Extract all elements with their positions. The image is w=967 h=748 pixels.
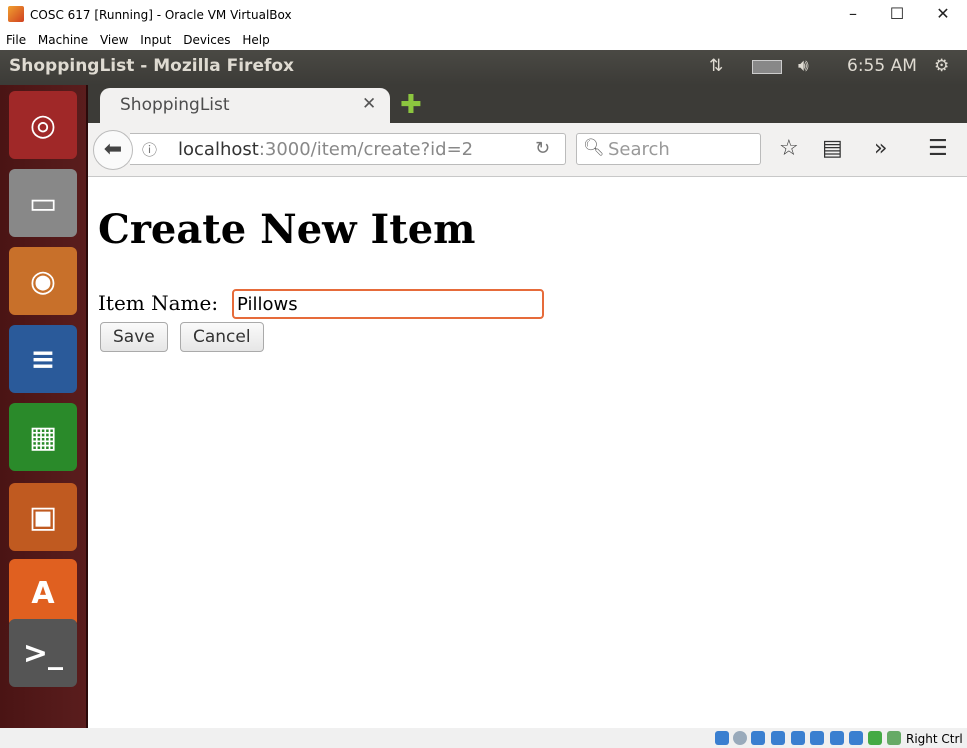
menu-machine[interactable]: Machine xyxy=(38,33,88,47)
ubuntu-top-panel: ShoppingList - Mozilla Firefox ⇅ 🔊︎ 6:55… xyxy=(0,50,967,85)
overflow-chevron-icon[interactable]: » xyxy=(874,136,887,161)
shared-folders-icon[interactable] xyxy=(791,731,805,745)
search-placeholder: Search xyxy=(608,139,670,160)
terminal-icon[interactable]: >_ xyxy=(9,619,77,687)
network-icon[interactable]: ⇅ xyxy=(709,56,723,76)
new-tab-plus-icon[interactable]: ✚ xyxy=(400,90,422,120)
volume-icon[interactable]: 🔊︎ xyxy=(798,56,809,76)
page-title: Create New Item xyxy=(98,206,476,253)
window-title: COSC 617 [Running] - Oracle VM VirtualBo… xyxy=(30,8,292,22)
ubuntu-launcher: ◎ ▭ ◉ ≡ ▦ ▣ A >_ xyxy=(0,85,88,728)
keyboard-capture-icon[interactable] xyxy=(887,731,901,745)
libreoffice-impress-icon[interactable]: ▣ xyxy=(9,483,77,551)
back-button[interactable]: ⬅ xyxy=(93,130,133,170)
bookmark-star-icon[interactable]: ☆ xyxy=(779,136,799,161)
libreoffice-calc-icon[interactable]: ▦ xyxy=(9,403,77,471)
clock[interactable]: 6:55 AM xyxy=(847,56,917,76)
cancel-button[interactable]: Cancel xyxy=(180,322,264,352)
save-button[interactable]: Save xyxy=(100,322,168,352)
usb-icon[interactable] xyxy=(771,731,785,745)
page-content: Create New Item Item Name: Save Cancel xyxy=(88,178,967,728)
active-window-title: ShoppingList - Mozilla Firefox xyxy=(9,56,295,76)
vm-title-bar: COSC 617 [Running] - Oracle VM VirtualBo… xyxy=(0,0,967,30)
reload-icon[interactable]: ↻ xyxy=(535,138,550,159)
ubuntu-dash-icon[interactable]: ◎ xyxy=(9,91,77,159)
tab-title: ShoppingList xyxy=(120,95,230,115)
cpu-icon[interactable] xyxy=(849,731,863,745)
files-icon[interactable]: ▭ xyxy=(9,169,77,237)
close-button[interactable]: ✕ xyxy=(920,4,966,23)
power-gear-icon[interactable]: ⚙ xyxy=(934,56,949,76)
maximize-button[interactable]: ☐ xyxy=(874,4,920,23)
display-icon[interactable] xyxy=(810,731,824,745)
software-center-icon[interactable]: A xyxy=(9,559,77,627)
hamburger-menu-icon[interactable]: ☰ xyxy=(928,136,948,161)
item-name-input[interactable] xyxy=(232,289,544,319)
item-name-label: Item Name: xyxy=(98,291,219,315)
capture-icon[interactable] xyxy=(868,731,882,745)
url-text[interactable]: localhost:3000/item/create?id=2 xyxy=(178,139,473,160)
optical-drive-icon[interactable] xyxy=(733,731,747,745)
url-bar[interactable]: ⓘ localhost:3000/item/create?id=2 ↻ xyxy=(130,133,566,165)
menu-input[interactable]: Input xyxy=(140,33,171,47)
battery-icon[interactable] xyxy=(752,60,782,74)
audio-icon[interactable] xyxy=(751,731,765,745)
libreoffice-writer-icon[interactable]: ≡ xyxy=(9,325,77,393)
host-key-label: Right Ctrl xyxy=(906,732,963,746)
menu-file[interactable]: File xyxy=(6,33,26,47)
reading-list-icon[interactable]: ▤ xyxy=(822,136,843,161)
site-info-icon[interactable]: ⓘ xyxy=(142,139,157,160)
menu-devices[interactable]: Devices xyxy=(183,33,230,47)
minimize-button[interactable]: – xyxy=(830,4,876,23)
tab-shoppinglist[interactable]: ShoppingList ✕ xyxy=(100,88,390,124)
menu-help[interactable]: Help xyxy=(242,33,269,47)
menu-view[interactable]: View xyxy=(100,33,128,47)
network-adapter-icon[interactable] xyxy=(830,731,844,745)
vm-menu-bar: File Machine View Input Devices Help xyxy=(0,30,967,50)
search-input[interactable]: 🔍︎ Search xyxy=(576,133,761,165)
firefox-icon[interactable]: ◉ xyxy=(9,247,77,315)
virtualbox-icon xyxy=(8,6,24,22)
tab-close-icon[interactable]: ✕ xyxy=(362,94,376,114)
hard-disk-icon[interactable] xyxy=(715,731,729,745)
search-icon: 🔍︎ xyxy=(583,138,605,158)
vm-status-bar: Right Ctrl xyxy=(0,728,967,748)
